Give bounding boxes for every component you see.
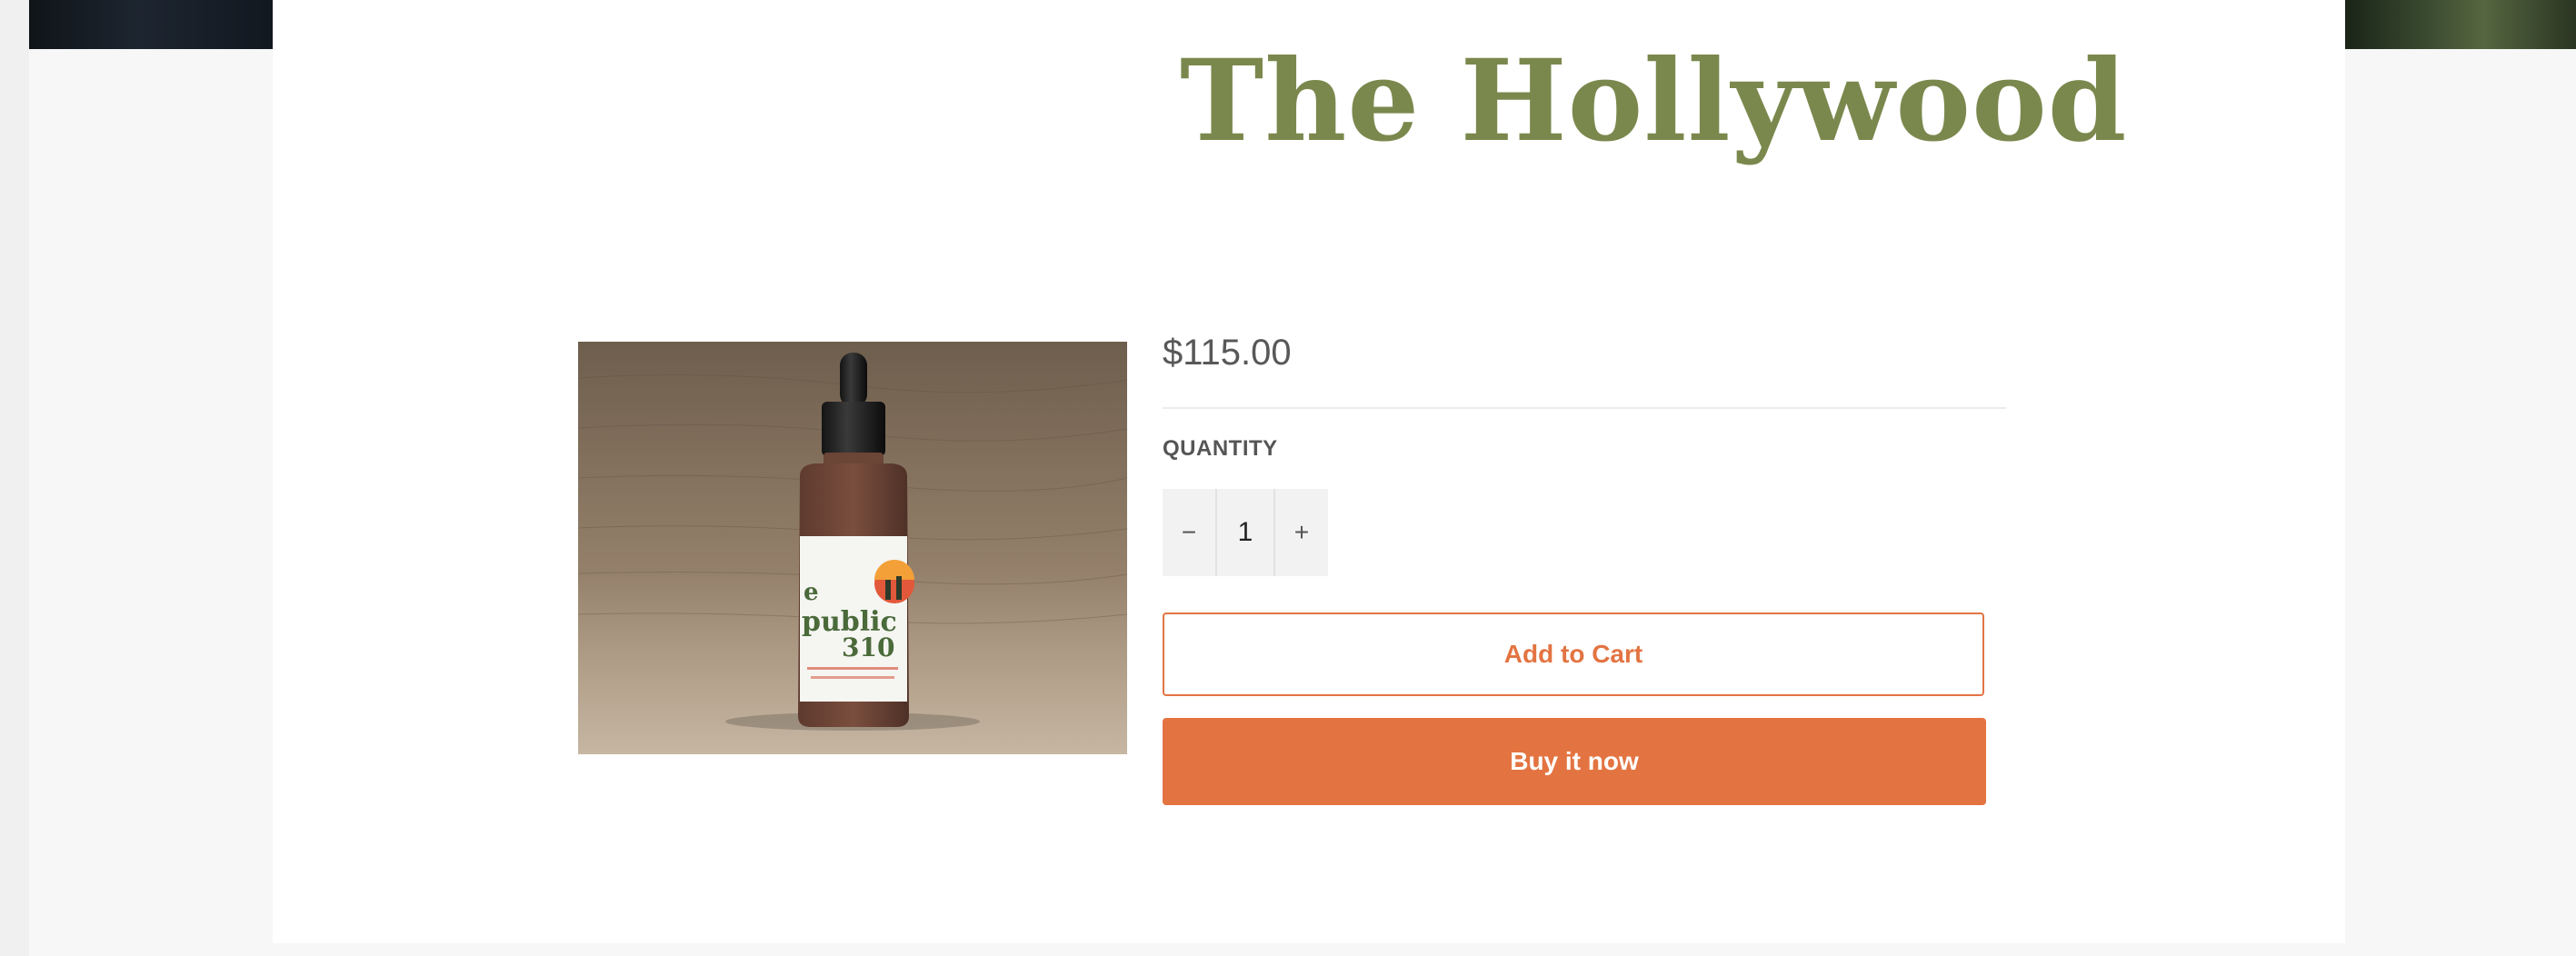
product-photo: e public 310 (578, 342, 1127, 754)
hero-banner-right (2345, 0, 2576, 49)
quantity-stepper: − 1 + (1163, 489, 1328, 576)
product-price: $115.00 (1163, 333, 1292, 373)
quantity-decrement-button[interactable]: − (1163, 489, 1215, 576)
page-edge (0, 0, 29, 956)
quantity-input[interactable]: 1 (1215, 489, 1275, 576)
label-line3: 310 (842, 632, 894, 662)
product-image[interactable]: e public 310 (578, 342, 1127, 754)
hero-banner-left (29, 0, 273, 49)
label-line1: e (804, 579, 819, 606)
plus-icon: + (1293, 518, 1310, 546)
divider (1163, 407, 2006, 409)
product-section: e public 310 The Hollywood $115.00 QUANT… (273, 0, 2345, 943)
product-title: The Hollywood (1180, 35, 2128, 167)
quantity-increment-button[interactable]: + (1275, 489, 1328, 576)
add-to-cart-button[interactable]: Add to Cart (1163, 612, 1984, 696)
minus-icon: − (1181, 518, 1197, 546)
quantity-label: QUANTITY (1163, 436, 1278, 461)
buy-now-button[interactable]: Buy it now (1163, 718, 1986, 805)
